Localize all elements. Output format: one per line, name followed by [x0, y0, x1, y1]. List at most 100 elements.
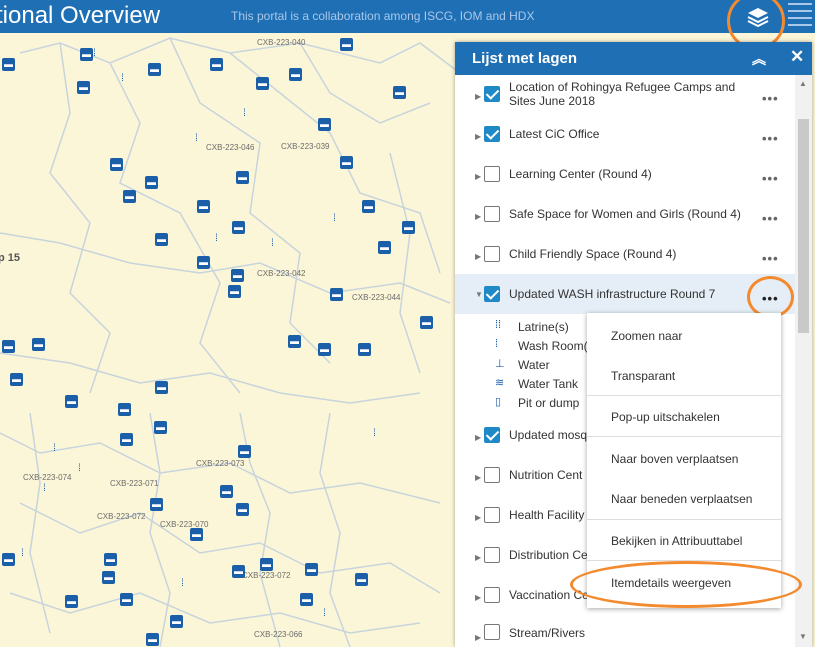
layer-row[interactable]: ▶ Location of Rohingya Refugee Camps and…	[455, 75, 795, 121]
more-options-button[interactable]: •••	[762, 131, 779, 146]
water-icon[interactable]: ▬	[289, 68, 302, 81]
layer-row[interactable]: ▶ Latest CiC Office •••	[455, 121, 795, 161]
layer-checkbox[interactable]	[484, 624, 500, 640]
expand-arrow-icon[interactable]: ▶	[475, 433, 481, 442]
layer-checkbox[interactable]	[484, 126, 500, 142]
water-icon[interactable]: ▬	[2, 340, 15, 353]
scroll-thumb[interactable]	[798, 119, 809, 333]
water-icon[interactable]: ▬	[148, 63, 161, 76]
latrine-icon[interactable]: ⁞	[75, 463, 84, 474]
water-icon[interactable]: ▬	[340, 156, 353, 169]
latrine-icon[interactable]: ⁞	[330, 213, 339, 224]
water-icon[interactable]: ▬	[300, 593, 313, 606]
water-icon[interactable]: ▬	[393, 86, 406, 99]
water-icon[interactable]: ▬	[340, 38, 353, 51]
expand-arrow-icon[interactable]: ▶	[475, 593, 481, 602]
menu-item-zoom-to[interactable]: Zoomen naar	[587, 315, 781, 355]
water-icon[interactable]: ▬	[210, 58, 223, 71]
water-icon[interactable]: ▬	[238, 445, 251, 458]
water-icon[interactable]: ▬	[232, 221, 245, 234]
layers-button[interactable]	[738, 0, 778, 33]
water-icon[interactable]: ▬	[260, 558, 273, 571]
latrine-icon[interactable]: ⁞	[178, 578, 187, 589]
water-icon[interactable]: ▬	[231, 269, 244, 282]
expand-arrow-icon[interactable]: ▶	[475, 172, 481, 181]
latrine-icon[interactable]: ⁞	[240, 108, 249, 119]
water-icon[interactable]: ▬	[102, 571, 115, 584]
water-icon[interactable]: ▬	[155, 381, 168, 394]
water-icon[interactable]: ▬	[402, 221, 415, 234]
layer-checkbox[interactable]	[484, 206, 500, 222]
layer-row-selected[interactable]: ▼ Updated WASH infrastructure Round 7 ••…	[455, 274, 795, 314]
expand-arrow-icon[interactable]: ▶	[475, 473, 481, 482]
water-icon[interactable]: ▬	[155, 233, 168, 246]
water-icon[interactable]: ▬	[10, 373, 23, 386]
water-icon[interactable]: ▬	[65, 595, 78, 608]
layer-checkbox[interactable]	[484, 166, 500, 182]
menu-item-item-details[interactable]: Itemdetails weergeven	[587, 562, 781, 602]
layer-checkbox[interactable]	[484, 547, 500, 563]
menu-item-transparency[interactable]: Transparant	[587, 355, 781, 395]
expand-arrow-icon[interactable]: ▶	[475, 633, 481, 642]
more-options-button[interactable]: •••	[762, 251, 779, 266]
menu-item-move-down[interactable]: Naar beneden verplaatsen	[587, 478, 781, 518]
water-icon[interactable]: ▬	[236, 171, 249, 184]
scroll-up-icon[interactable]: ▲	[799, 79, 807, 88]
water-icon[interactable]: ▬	[32, 338, 45, 351]
expand-arrow-icon[interactable]: ▶	[475, 212, 481, 221]
expand-arrow-icon[interactable]: ▶	[475, 252, 481, 261]
expand-arrow-icon[interactable]: ▶	[475, 132, 481, 141]
water-icon[interactable]: ▬	[378, 241, 391, 254]
menu-button[interactable]	[786, 0, 815, 33]
water-icon[interactable]: ▬	[362, 200, 375, 213]
scrollbar[interactable]: ▲ ▼	[795, 75, 812, 647]
water-icon[interactable]: ▬	[318, 343, 331, 356]
layer-checkbox[interactable]	[484, 427, 500, 443]
water-icon[interactable]: ▬	[256, 77, 269, 90]
latrine-icon[interactable]: ⁞	[320, 608, 329, 619]
scroll-down-icon[interactable]: ▼	[799, 632, 807, 641]
water-icon[interactable]: ▬	[123, 190, 136, 203]
water-icon[interactable]: ▬	[120, 593, 133, 606]
water-icon[interactable]: ▬	[2, 553, 15, 566]
water-icon[interactable]: ▬	[118, 403, 131, 416]
latrine-icon[interactable]: ⁞	[90, 48, 99, 59]
more-options-button[interactable]: •••	[762, 291, 779, 306]
water-icon[interactable]: ▬	[145, 176, 158, 189]
water-icon[interactable]: ▬	[318, 118, 331, 131]
water-icon[interactable]: ▬	[197, 256, 210, 269]
water-icon[interactable]: ▬	[236, 503, 249, 516]
latrine-icon[interactable]: ⁞	[118, 73, 127, 84]
layer-checkbox[interactable]	[484, 507, 500, 523]
close-icon[interactable]: ✕	[790, 47, 804, 67]
expand-arrow-icon[interactable]: ▶	[475, 513, 481, 522]
water-icon[interactable]: ▬	[65, 395, 78, 408]
water-icon[interactable]: ▬	[288, 335, 301, 348]
latrine-icon[interactable]: ⁞	[192, 133, 201, 144]
water-icon[interactable]: ▬	[77, 81, 90, 94]
latrine-icon[interactable]: ⁞	[212, 233, 221, 244]
layer-checkbox[interactable]	[484, 587, 500, 603]
expand-arrow-icon[interactable]: ▼	[475, 290, 483, 299]
latrine-icon[interactable]: ⁞	[268, 238, 277, 249]
double-chevron-up-icon[interactable]: ︽	[752, 49, 766, 69]
layer-checkbox[interactable]	[484, 286, 500, 302]
layer-checkbox[interactable]	[484, 467, 500, 483]
layer-row[interactable]: ▶ Learning Center (Round 4) •••	[455, 161, 795, 201]
layer-row[interactable]: ▶ Stream/Rivers	[455, 622, 795, 647]
menu-item-attribute-table[interactable]: Bekijken in Attribuuttabel	[587, 520, 781, 560]
water-icon[interactable]: ▬	[170, 615, 183, 628]
water-icon[interactable]: ▬	[120, 433, 133, 446]
layer-checkbox[interactable]	[484, 246, 500, 262]
latrine-icon[interactable]: ⁞	[18, 548, 27, 559]
water-icon[interactable]: ▬	[232, 565, 245, 578]
water-icon[interactable]: ▬	[150, 498, 163, 511]
water-icon[interactable]: ▬	[420, 316, 433, 329]
layer-row[interactable]: ▶ Safe Space for Women and Girls (Round …	[455, 201, 795, 241]
layer-checkbox[interactable]	[484, 86, 500, 102]
water-icon[interactable]: ▬	[146, 633, 159, 646]
menu-item-disable-popup[interactable]: Pop-up uitschakelen	[587, 396, 781, 436]
water-icon[interactable]: ▬	[110, 158, 123, 171]
water-icon[interactable]: ▬	[2, 58, 15, 71]
water-icon[interactable]: ▬	[330, 288, 343, 301]
